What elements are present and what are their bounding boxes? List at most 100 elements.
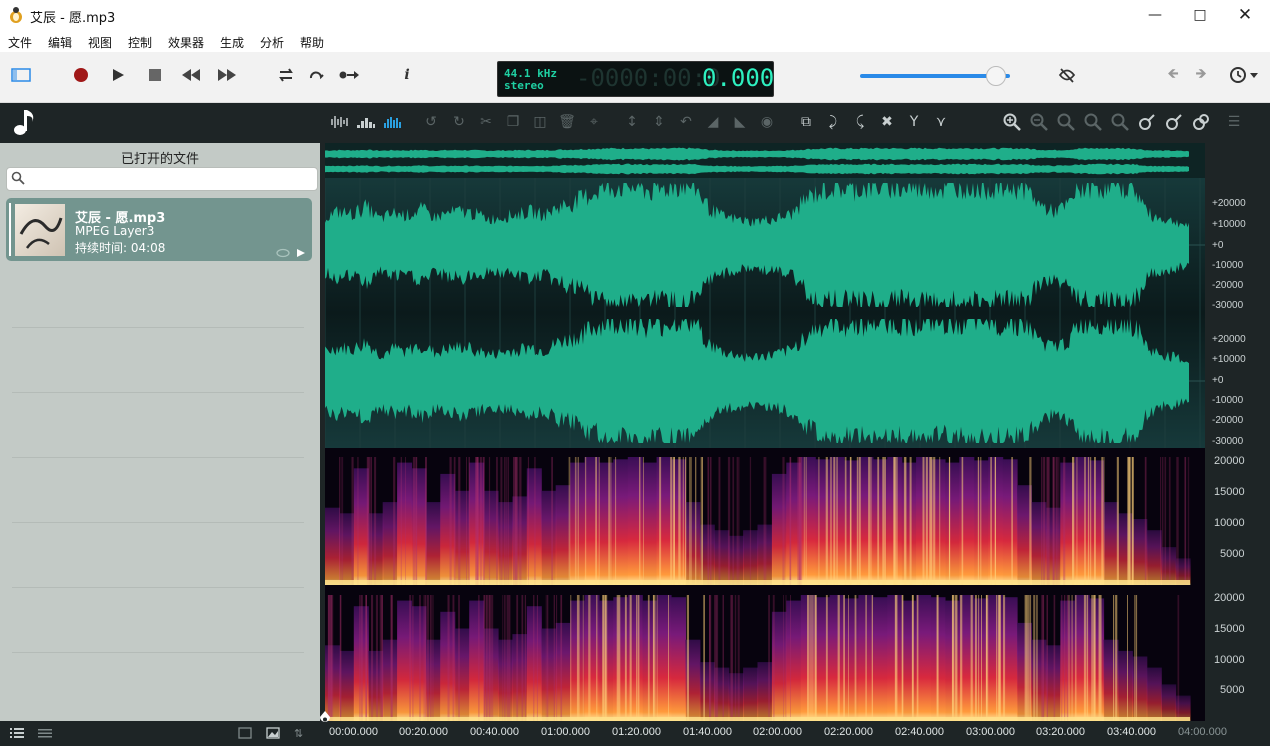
spectrogram-streak (616, 595, 619, 721)
fade-out-icon[interactable]: ◣ (730, 112, 750, 132)
zoom-selection-icon[interactable] (1056, 112, 1076, 132)
play-file-icon[interactable] (296, 247, 306, 257)
spectrogram-streak (574, 457, 577, 585)
freq-tick: 15000 (1214, 623, 1245, 635)
spectrogram-streak (1003, 595, 1006, 721)
back-arrow-icon[interactable]: 🡸 (1162, 64, 1184, 86)
loop-icon[interactable] (275, 64, 297, 86)
spectrogram-streak (507, 457, 509, 585)
curve-in-icon[interactable]: ⤸ (823, 112, 843, 132)
rewind-icon[interactable] (180, 64, 202, 86)
spectrogram-streak (379, 595, 381, 721)
marker-next-icon[interactable] (1164, 112, 1184, 132)
redo-icon[interactable]: ↻ (449, 112, 469, 132)
spectrogram-streak (1071, 595, 1073, 721)
minimize-icon[interactable]: — (1132, 0, 1178, 30)
stop-icon[interactable] (144, 64, 166, 86)
menu-effects[interactable]: 效果器 (168, 34, 204, 51)
fit-view-icon[interactable] (238, 727, 252, 739)
spectrogram-streak (506, 457, 508, 585)
amp-tick: -10000 (1212, 260, 1244, 271)
link-icon[interactable] (276, 247, 290, 258)
menu-file[interactable]: 文件 (8, 34, 32, 51)
spectrogram-streak (1029, 457, 1032, 585)
music-note-icon (10, 106, 40, 138)
zoom-out-icon[interactable] (1029, 112, 1049, 132)
normalize-icon[interactable]: ◉ (757, 112, 777, 132)
freq-tick: 5000 (1220, 684, 1245, 696)
trim-icon[interactable]: ↕ (622, 112, 642, 132)
paste-icon[interactable]: ◫ (530, 112, 550, 132)
reverse-icon[interactable]: ↶ (676, 112, 696, 132)
spectrogram-streak (500, 457, 503, 585)
spectrogram-streak (837, 595, 840, 721)
menu-generate[interactable]: 生成 (220, 34, 244, 51)
split-icon[interactable]: ⇕ (649, 112, 669, 132)
freq-tick: 5000 (1220, 548, 1245, 560)
play-icon[interactable] (107, 64, 129, 86)
spectrogram-streak (534, 457, 536, 585)
spectrogram-streak (736, 457, 739, 585)
image-icon[interactable] (266, 727, 280, 739)
spectrogram-streak (357, 457, 359, 585)
spectrogram-streak (980, 457, 982, 585)
zoom-fit-icon[interactable] (1083, 112, 1103, 132)
skip-icon[interactable] (338, 64, 360, 86)
repeat-icon[interactable] (306, 64, 328, 86)
spectrum-view-icon[interactable] (356, 112, 376, 132)
zoom-in-icon[interactable] (1002, 112, 1022, 132)
spectrogram-streak (452, 595, 455, 721)
timeline-label: 03:20.000 (1036, 726, 1085, 738)
playhead-marker-icon[interactable] (319, 711, 331, 725)
spectrogram-streak (1103, 457, 1105, 585)
spectrogram-streak (370, 457, 372, 585)
menu-control[interactable]: 控制 (128, 34, 152, 51)
file-search-input[interactable] (6, 167, 318, 191)
marker-icon[interactable] (1137, 112, 1157, 132)
maximize-icon[interactable]: □ (1177, 0, 1223, 30)
waveform-view-icon[interactable] (330, 112, 350, 132)
menu-edit[interactable]: 编辑 (48, 34, 72, 51)
menu-help[interactable]: 帮助 (300, 34, 324, 51)
history-icon[interactable] (1228, 64, 1260, 86)
record-icon[interactable] (70, 64, 92, 86)
volume-slider-handle[interactable] (986, 66, 1006, 86)
spectrogram-streak (659, 457, 662, 585)
delete-icon[interactable]: 🗑 (557, 112, 577, 132)
undo-icon[interactable]: ↺ (421, 112, 441, 132)
spectrogram-streak (588, 595, 591, 721)
spectrogram-column (382, 639, 398, 721)
album-art-thumbnail (15, 204, 65, 256)
merge-icon[interactable]: Y (904, 112, 924, 132)
list-menu-icon[interactable]: ☰ (1224, 112, 1244, 132)
fade-in-icon[interactable]: ◢ (703, 112, 723, 132)
spectrogram-streak (1094, 595, 1096, 721)
spectrogram-streak (848, 595, 849, 721)
copy-icon[interactable]: ❐ (503, 112, 523, 132)
sidebar-toggle-icon[interactable] (10, 64, 32, 86)
mute-icon[interactable] (1056, 64, 1078, 86)
crop-icon[interactable]: ⌖ (584, 112, 604, 132)
close-icon[interactable]: ✕ (1222, 0, 1268, 30)
channels-icon[interactable]: ⧉ (796, 112, 816, 132)
marker-link-icon[interactable] (1191, 112, 1211, 132)
compact-view-icon[interactable] (38, 727, 52, 739)
sort-icon[interactable]: ⇅ (294, 727, 308, 740)
menu-view[interactable]: 视图 (88, 34, 112, 51)
crossfade-icon[interactable]: ✖ (877, 112, 897, 132)
spectrogram-streak (486, 595, 489, 721)
fast-forward-icon[interactable] (216, 64, 238, 86)
mix-icon[interactable]: ⋎ (931, 112, 951, 132)
audio-editor-canvas[interactable] (325, 143, 1205, 721)
zoom-all-icon[interactable] (1110, 112, 1130, 132)
spectrogram-column (555, 485, 571, 585)
spectrogram-view-icon[interactable] (383, 112, 403, 132)
cut-icon[interactable]: ✂ (476, 112, 496, 132)
info-icon[interactable]: i (396, 64, 418, 86)
spectrogram-streak (629, 595, 632, 721)
spectrogram-column (656, 595, 672, 721)
curve-out-icon[interactable]: ⤹ (850, 112, 870, 132)
menu-analyze[interactable]: 分析 (260, 34, 284, 51)
forward-arrow-icon[interactable]: 🡺 (1190, 64, 1212, 86)
list-view-icon[interactable] (10, 727, 24, 739)
